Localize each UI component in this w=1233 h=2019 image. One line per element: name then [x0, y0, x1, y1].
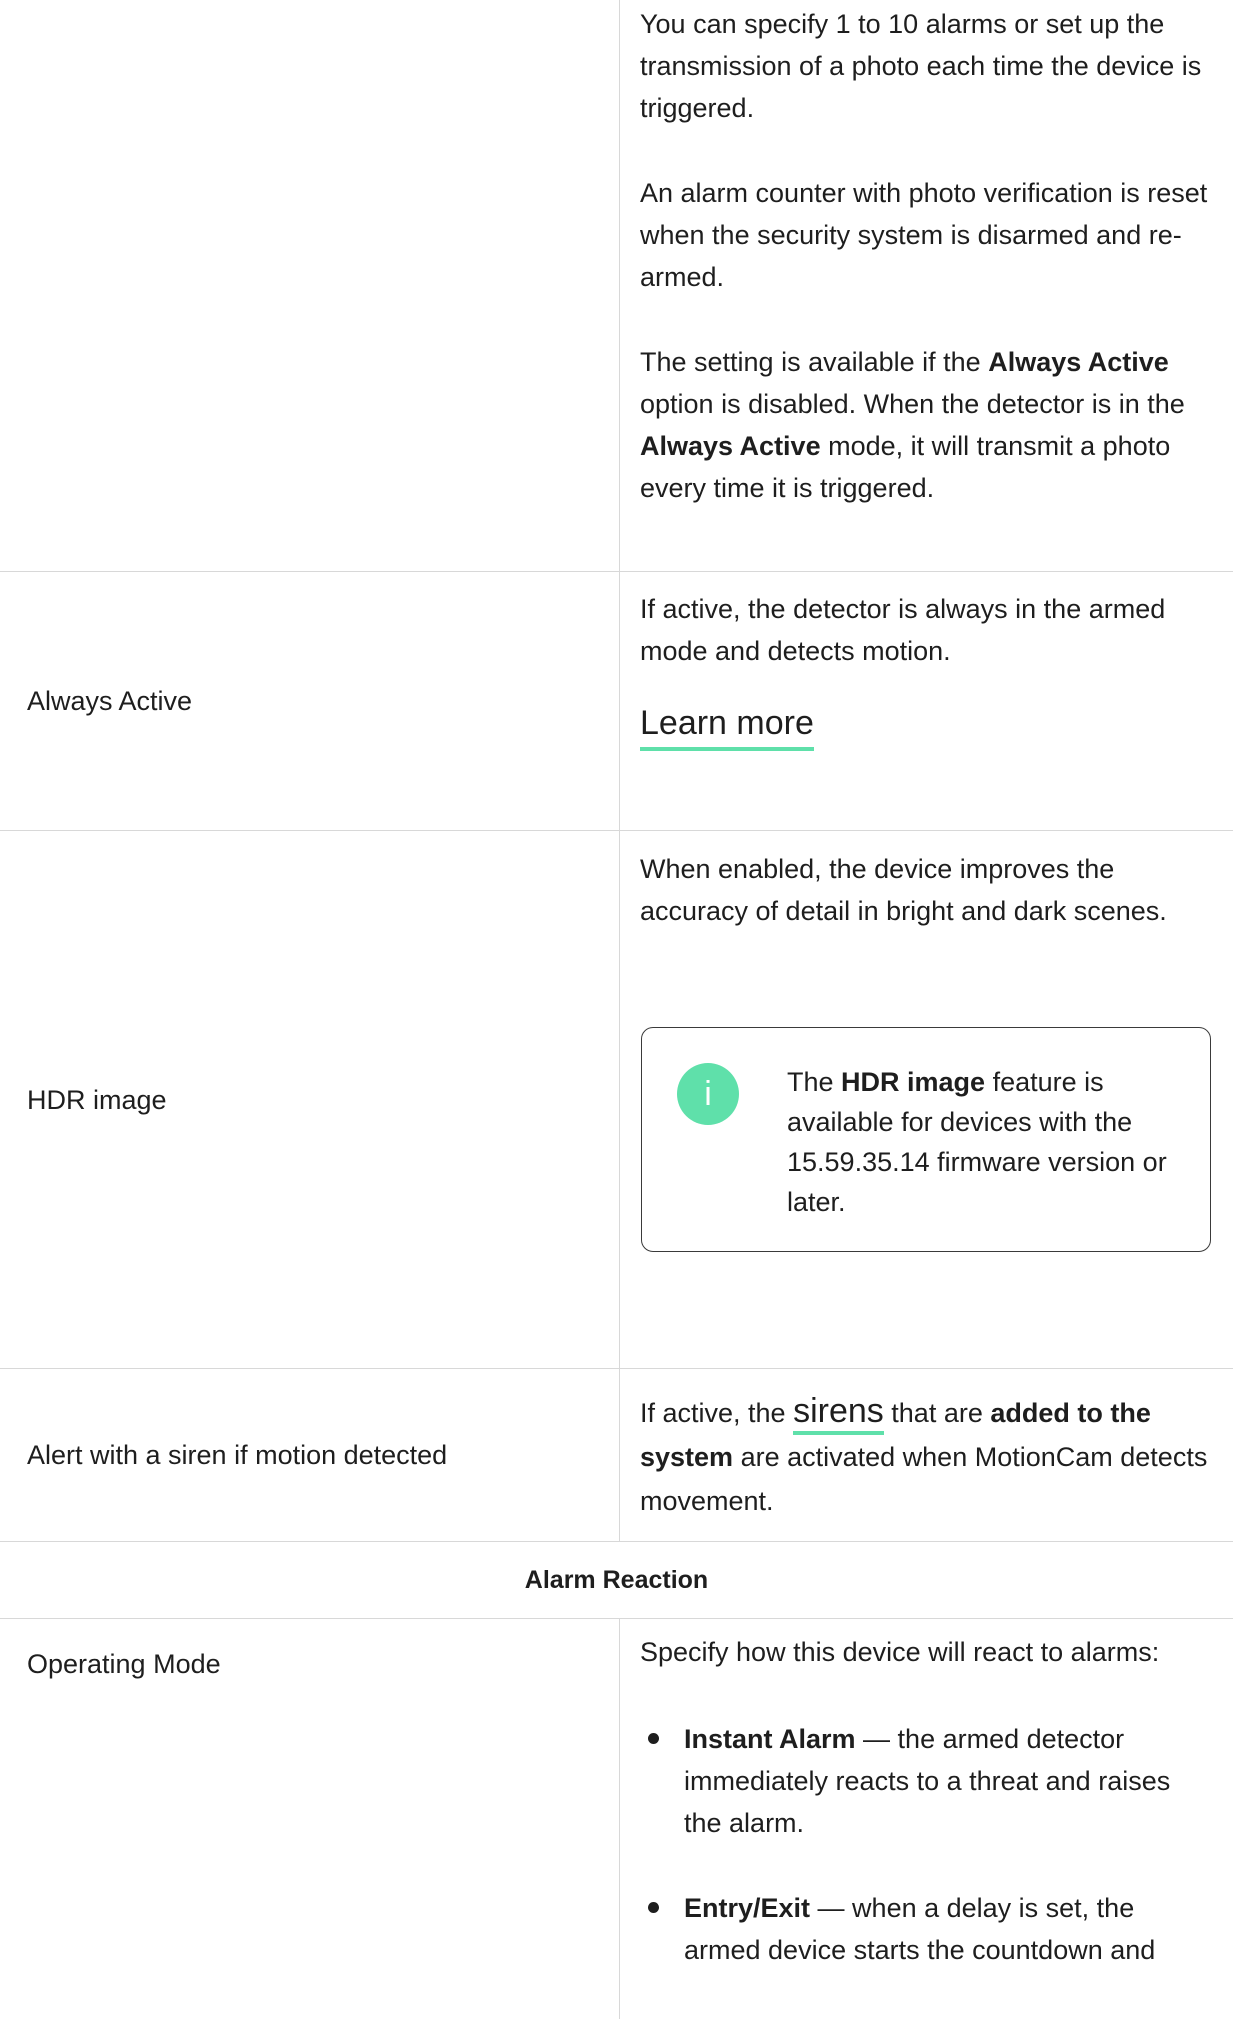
text-span: that are [883, 1398, 991, 1428]
section-heading: Alarm Reaction [524, 1565, 709, 1594]
learn-more-link[interactable]: Learn more [640, 702, 814, 751]
list-item: Entry/Exit — when a delay is set, the ar… [640, 1887, 1213, 1971]
settings-table: You can specify 1 to 10 alarms or set up… [0, 0, 1233, 2019]
sirens-link[interactable]: sirens [793, 1392, 884, 1435]
row-description: If active, the detector is always in the… [620, 572, 1233, 751]
text-span: If active, the [640, 1398, 794, 1428]
row-description: If active, the sirens that are added to … [620, 1369, 1233, 1523]
row-label: Operating Mode [0, 1619, 620, 2019]
info-icon: i [677, 1063, 739, 1125]
note-text: The HDR image feature is available for d… [787, 1062, 1180, 1222]
mode-term: Entry/Exit [684, 1893, 811, 1923]
section-alarm-reaction: Alarm Reaction [0, 1542, 1233, 1619]
always-active-description: If active, the detector is always in the… [640, 594, 1166, 666]
row-alarms-with-photo: You can specify 1 to 10 alarms or set up… [0, 0, 1233, 572]
mode-term: Instant Alarm [684, 1724, 856, 1754]
mode-list: Instant Alarm — the armed detector immed… [640, 1718, 1213, 1971]
row-description: You can specify 1 to 10 alarms or set up… [620, 0, 1233, 509]
bold-always-active: Always Active [640, 431, 821, 461]
row-always-active: Always Active If active, the detector is… [0, 572, 1233, 831]
hdr-description: When enabled, the device improves the ac… [640, 854, 1167, 926]
row-operating-mode: Operating Mode Specify how this device w… [0, 1619, 1233, 2019]
alarms-description: You can specify 1 to 10 alarms or set up… [640, 9, 1202, 123]
operating-mode-description: Specify how this device will react to al… [640, 1637, 1160, 1667]
alarm-counter-note: An alarm counter with photo verification… [640, 178, 1208, 292]
row-siren-alert: Alert with a siren if motion detected If… [0, 1369, 1233, 1542]
siren-description: If active, the sirens that are added to … [640, 1389, 1213, 1523]
bold-hdr-image: HDR image [841, 1067, 986, 1097]
row-label: HDR image [0, 831, 620, 1368]
row-description: Specify how this device will react to al… [620, 1619, 1233, 1971]
availability-note: The setting is available if the Always A… [640, 341, 1213, 509]
row-label: Alert with a siren if motion detected [0, 1369, 620, 1541]
text-span: The [787, 1067, 842, 1097]
text-span: option is disabled. When the detector is… [640, 389, 1185, 419]
bold-always-active: Always Active [988, 347, 1169, 377]
settings-page: You can specify 1 to 10 alarms or set up… [0, 0, 1233, 2019]
list-item: Instant Alarm — the armed detector immed… [640, 1718, 1213, 1844]
row-label-empty [0, 0, 620, 571]
text-span: The setting is available if the [640, 347, 989, 377]
row-label: Always Active [0, 572, 620, 830]
row-description: When enabled, the device improves the ac… [620, 831, 1233, 932]
hdr-info-note: i The HDR image feature is available for… [641, 1027, 1211, 1252]
